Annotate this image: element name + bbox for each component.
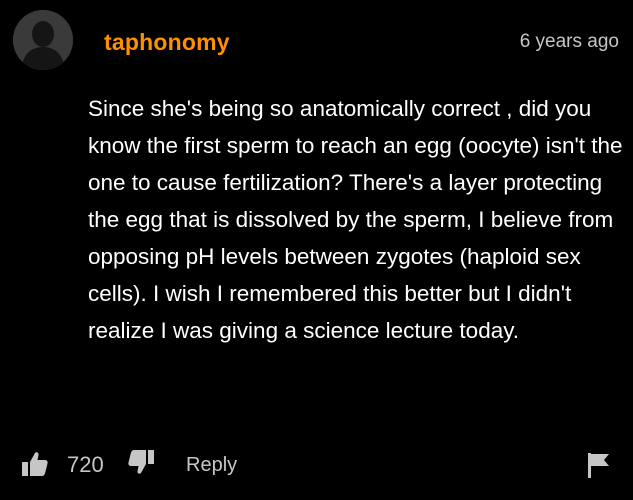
thumbs-up-icon [22,452,48,476]
comment-actions: 720 Reply [0,444,633,484]
like-count: 720 [67,452,104,477]
comment-text: Since she's being so anatomically correc… [88,96,623,343]
comment-timestamp: 6 years ago [519,31,619,52]
flag-icon [588,453,609,478]
reply-button[interactable]: Reply [186,454,237,477]
thumbs-down-icon [128,450,154,474]
dislike-button[interactable] [126,447,156,477]
flag-button[interactable] [583,450,613,480]
avatar[interactable] [13,10,73,70]
like-button[interactable] [20,449,50,479]
default-avatar-icon [13,10,73,70]
comment-username[interactable]: taphonomy [104,29,230,56]
